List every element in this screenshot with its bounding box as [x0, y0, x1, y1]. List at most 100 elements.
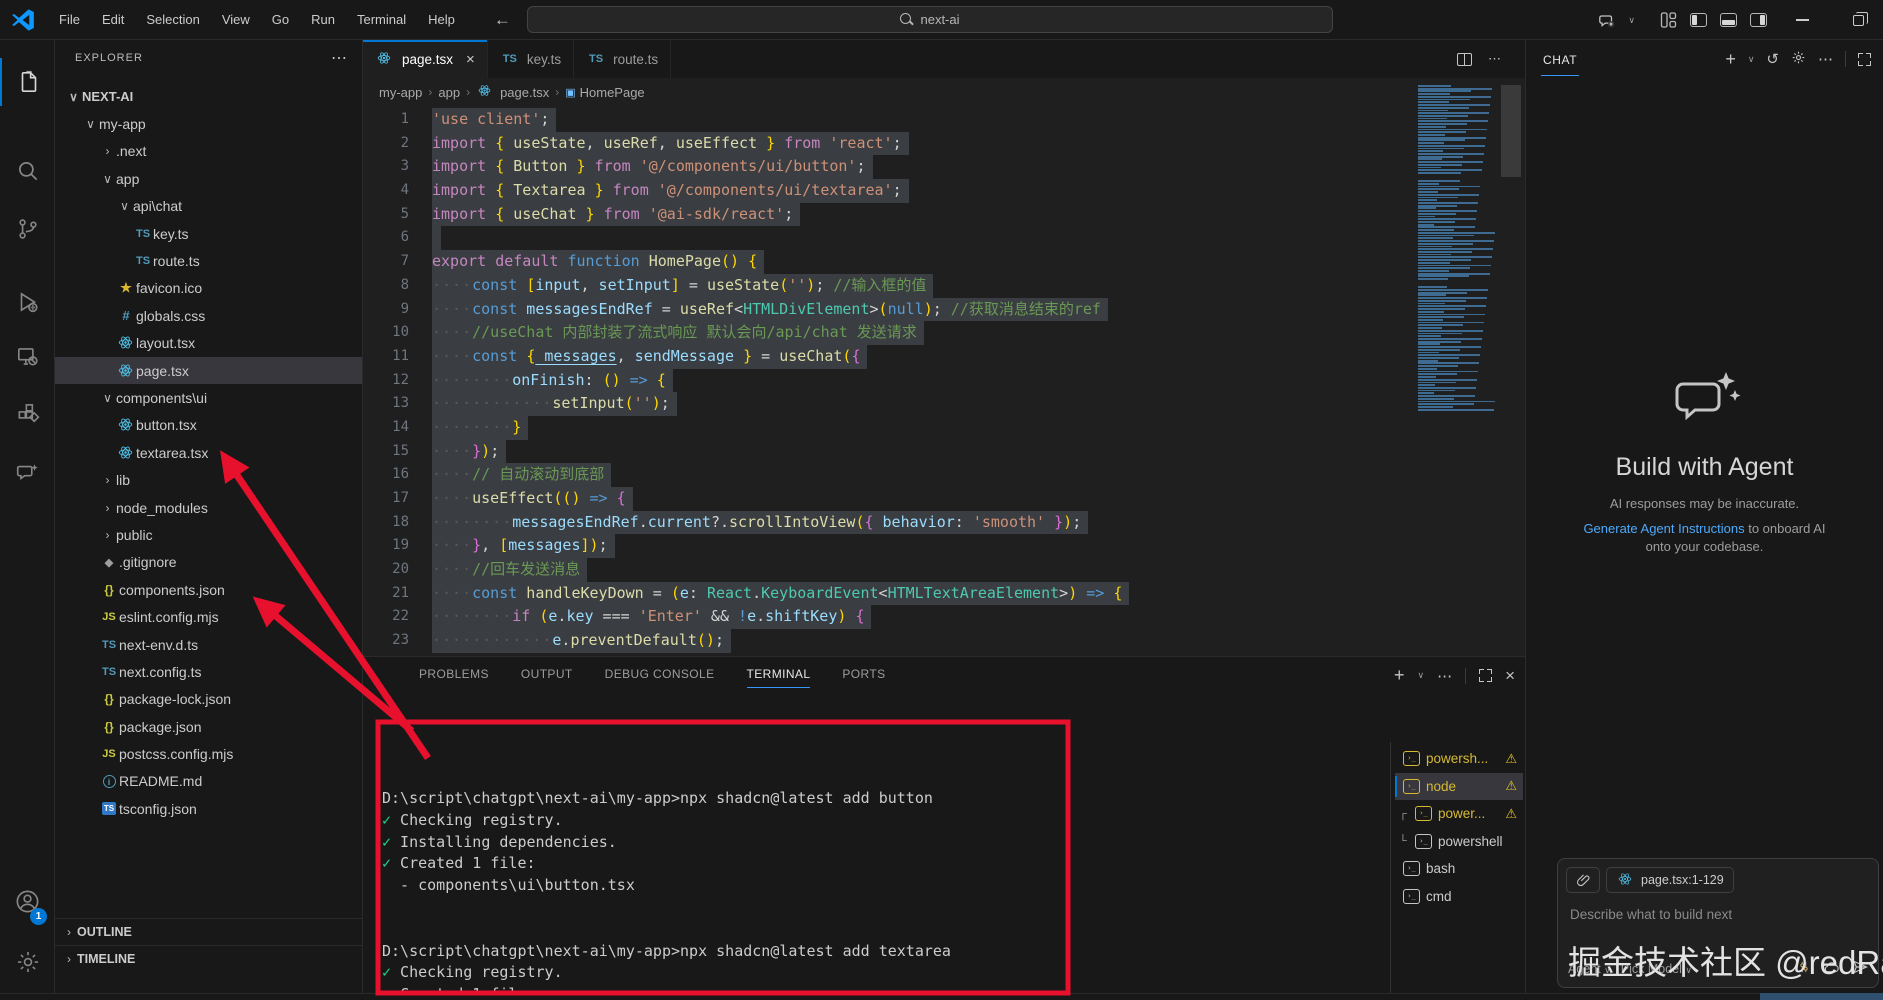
settings-gear-icon[interactable]	[0, 938, 55, 986]
tab-close-icon[interactable]: ×	[466, 51, 475, 68]
outline-section[interactable]: ›OUTLINE	[55, 918, 363, 945]
agent-mode-dropdown[interactable]: Agent ∨	[1568, 962, 1611, 976]
panel-tab-problems[interactable]: PROBLEMS	[419, 667, 489, 688]
window-minimize-button[interactable]	[1791, 9, 1813, 31]
chat-more-icon[interactable]: ⋯	[1818, 50, 1833, 68]
tree-item-.gitignore[interactable]: ◆.gitignore	[55, 549, 363, 576]
tree-item-readme.md[interactable]: iREADME.md	[55, 768, 363, 795]
chat-history-icon[interactable]: ↺	[1766, 50, 1779, 68]
panel-tab-terminal[interactable]: TERMINAL	[747, 667, 811, 688]
toggle-primary-sidebar-icon[interactable]	[1687, 9, 1709, 31]
tree-item-next-env.d.ts[interactable]: TSnext-env.d.ts	[55, 631, 363, 658]
account-icon[interactable]: 1	[0, 875, 55, 927]
attach-context-button[interactable]	[1566, 867, 1600, 893]
timeline-section[interactable]: ›TIMELINE	[55, 945, 363, 972]
new-chat-icon[interactable]: +	[1725, 49, 1736, 70]
status-bar[interactable]	[0, 993, 1883, 1000]
panel-close-icon[interactable]: ×	[1505, 666, 1515, 686]
minimap[interactable]	[1415, 85, 1501, 415]
explorer-more-icon[interactable]: ⋯	[331, 48, 348, 68]
breadcrumb-item[interactable]: page.tsx	[476, 84, 549, 100]
tree-item-layout.tsx[interactable]: layout.tsx	[55, 330, 363, 357]
tools-icon[interactable]	[1797, 960, 1811, 977]
breadcrumb-item[interactable]: my-app	[379, 85, 422, 100]
extensions-icon[interactable]	[0, 389, 55, 437]
tree-item-node-modules[interactable]: ›node_modules	[55, 494, 363, 521]
context-chip[interactable]: page.tsx:1-129	[1606, 867, 1734, 893]
chat-tab[interactable]: CHAT	[1541, 43, 1579, 76]
tab-route-ts[interactable]: TSroute.ts	[574, 40, 671, 78]
shell-item-powersh[interactable]: ›_powersh...⚠	[1395, 745, 1523, 773]
tree-item-.next[interactable]: ›.next	[55, 138, 363, 165]
menu-help[interactable]: Help	[417, 0, 466, 40]
chat-input-box[interactable]: page.tsx:1-129 Describe what to build ne…	[1557, 858, 1879, 988]
tree-item-route.ts[interactable]: TSroute.ts	[55, 247, 363, 274]
panel-more-icon[interactable]: ⋯	[1437, 667, 1452, 685]
chat-input-placeholder[interactable]: Describe what to build next	[1570, 907, 1870, 922]
menu-selection[interactable]: Selection	[135, 0, 210, 40]
editor-scrollbar[interactable]	[1501, 85, 1521, 177]
chat-settings-gear-icon[interactable]	[1791, 50, 1806, 69]
tree-item-button.tsx[interactable]: button.tsx	[55, 412, 363, 439]
breadcrumb[interactable]: my-app›app›page.tsx›▣HomePage	[363, 78, 1525, 106]
toggle-secondary-sidebar-icon[interactable]	[1747, 9, 1769, 31]
shell-item-powershell[interactable]: └›_powershell	[1395, 828, 1523, 856]
model-picker-dropdown[interactable]: Pick Model ∨	[1621, 962, 1692, 976]
copilot-dropdown-icon[interactable]: ∨	[1628, 15, 1635, 26]
tab-page-tsx[interactable]: page.tsx×	[363, 40, 488, 78]
menu-file[interactable]: File	[48, 0, 91, 40]
tree-item-favicon.ico[interactable]: ★favicon.ico	[55, 275, 363, 302]
breadcrumb-item[interactable]: app	[438, 85, 460, 100]
shell-item-cmd[interactable]: ›_cmd	[1395, 883, 1523, 911]
chat-sidebar-icon[interactable]	[0, 449, 55, 497]
copilot-status-icon[interactable]	[1596, 9, 1618, 31]
menu-edit[interactable]: Edit	[91, 0, 135, 40]
explorer-icon[interactable]	[0, 58, 55, 106]
code-editor[interactable]: 1'use client';2import { useState, useRef…	[363, 108, 1525, 656]
tree-item-components.json[interactable]: {}components.json	[55, 576, 363, 603]
tree-item-textarea.tsx[interactable]: textarea.tsx	[55, 439, 363, 466]
tree-item-package.json[interactable]: {}package.json	[55, 713, 363, 740]
tree-item-public[interactable]: ›public	[55, 521, 363, 548]
remote-explorer-icon[interactable]	[0, 333, 55, 381]
window-restore-button[interactable]	[1847, 9, 1869, 31]
command-center-search[interactable]: next-ai	[527, 6, 1333, 33]
panel-tab-output[interactable]: OUTPUT	[521, 667, 573, 688]
tree-item-components-ui[interactable]: ∨components\ui	[55, 384, 363, 411]
tree-item-eslint.config.mjs[interactable]: JSeslint.config.mjs	[55, 603, 363, 630]
menu-run[interactable]: Run	[300, 0, 346, 40]
tree-item-next-ai[interactable]: ∨NEXT-AI	[55, 83, 363, 110]
toggle-panel-icon[interactable]	[1717, 9, 1739, 31]
menu-view[interactable]: View	[211, 0, 261, 40]
send-icon[interactable]	[1852, 959, 1868, 978]
panel-tab-ports[interactable]: PORTS	[842, 667, 885, 688]
tree-item-my-app[interactable]: ∨my-app	[55, 110, 363, 137]
run-debug-icon[interactable]	[0, 278, 55, 326]
tree-item-key.ts[interactable]: TSkey.ts	[55, 220, 363, 247]
tree-item-package-lock.json[interactable]: {}package-lock.json	[55, 686, 363, 713]
chat-maximize-icon[interactable]	[1858, 53, 1871, 66]
menu-go[interactable]: Go	[261, 0, 300, 40]
editor-more-icon[interactable]: ⋯	[1488, 51, 1501, 67]
tab-key-ts[interactable]: TSkey.ts	[488, 40, 574, 78]
tree-item-api-chat[interactable]: ∨api\chat	[55, 193, 363, 220]
tree-item-lib[interactable]: ›lib	[55, 466, 363, 493]
tree-item-page.tsx[interactable]: page.tsx	[55, 357, 363, 384]
search-sidebar-icon[interactable]	[0, 147, 55, 195]
split-editor-icon[interactable]	[1457, 53, 1472, 66]
new-terminal-icon[interactable]: +	[1394, 665, 1405, 686]
customize-layout-icon[interactable]	[1657, 9, 1679, 31]
generate-agent-instructions-link[interactable]: Generate Agent Instructions	[1583, 521, 1744, 536]
shell-item-power[interactable]: ┌›_power...⚠	[1395, 800, 1523, 828]
breadcrumb-item[interactable]: ▣HomePage	[565, 85, 644, 100]
new-chat-dropdown-icon[interactable]: ∨	[1748, 54, 1755, 65]
panel-maximize-icon[interactable]	[1479, 669, 1492, 682]
tree-item-tsconfig.json[interactable]: TStsconfig.json	[55, 795, 363, 822]
menu-terminal[interactable]: Terminal	[346, 0, 417, 40]
shell-item-node[interactable]: ›_node⚠	[1395, 773, 1523, 801]
tree-item-postcss.config.mjs[interactable]: JSpostcss.config.mjs	[55, 740, 363, 767]
terminal-dropdown-icon[interactable]: ∨	[1417, 670, 1424, 681]
cloud-icon[interactable]	[1823, 961, 1840, 977]
tree-item-globals.css[interactable]: #globals.css	[55, 302, 363, 329]
tree-item-app[interactable]: ∨app	[55, 165, 363, 192]
